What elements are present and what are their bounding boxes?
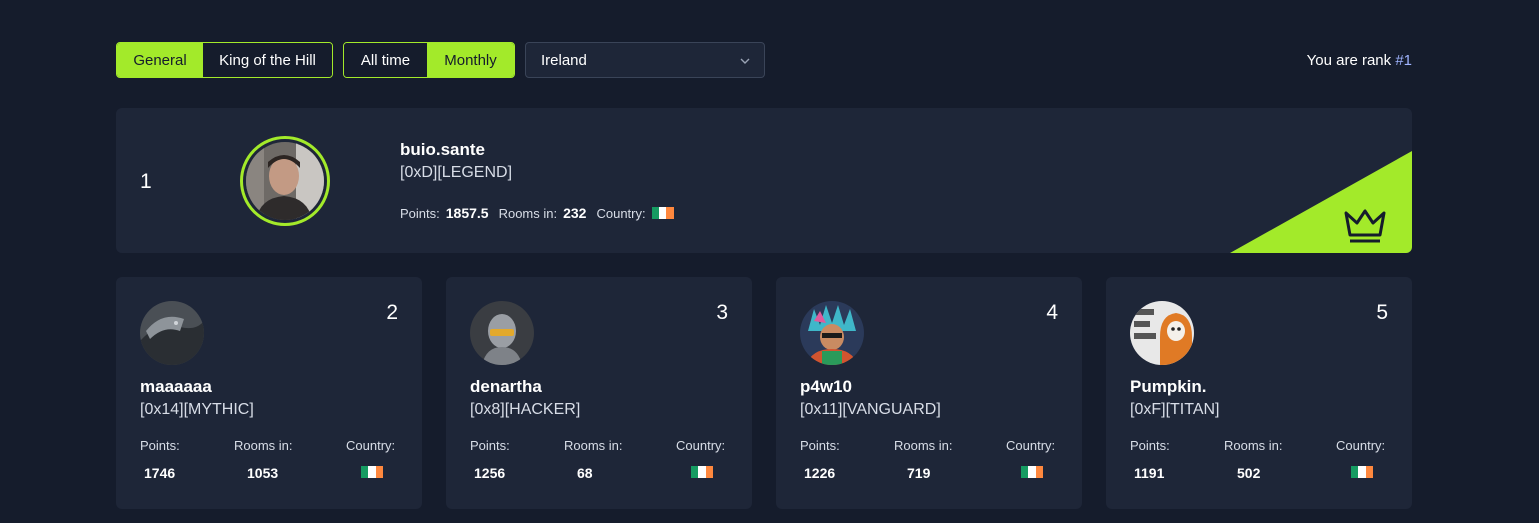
leaderboard-card[interactable]: 4 p4w10 [0x11][VANGUARD] Points: Rooms i…: [776, 277, 1082, 509]
ireland-flag-icon: [1351, 465, 1373, 483]
points-label: Points:: [800, 438, 840, 453]
leader-rooms: 232: [563, 205, 587, 221]
points-label: Points:: [1130, 438, 1170, 453]
country-label: Country:: [1336, 438, 1386, 453]
avatar[interactable]: [140, 301, 204, 365]
ireland-flag-icon: [1021, 465, 1043, 483]
tab-general[interactable]: General: [117, 43, 203, 77]
rank-position: 3: [716, 301, 728, 324]
points-value: 1256: [474, 465, 506, 481]
username[interactable]: Pumpkin.: [1130, 377, 1207, 397]
user-rank-info: You are rank #1: [1307, 52, 1412, 69]
ireland-flag-icon: [691, 465, 713, 483]
points-label: Points:: [470, 438, 510, 453]
leader-tag: [0xD][LEGEND]: [400, 164, 513, 181]
ireland-flag-icon: [361, 465, 383, 483]
leaderboard-card[interactable]: 5 Pumpkin. [0xF][TITAN] Points: Rooms in…: [1106, 277, 1412, 509]
country-label: Country:: [676, 438, 726, 453]
avatar[interactable]: [800, 301, 864, 365]
leaderboard-type-toggle: General King of the Hill: [116, 42, 333, 78]
country-label: Country:: [346, 438, 396, 453]
rooms-value: 719: [907, 465, 931, 481]
avatar[interactable]: [1130, 301, 1194, 365]
user-tag: [0x11][VANGUARD]: [800, 401, 941, 418]
points-value: 1746: [144, 465, 176, 481]
chevron-down-icon: [740, 58, 750, 64]
rooms-value: 502: [1237, 465, 1261, 481]
rooms-label: Rooms in:: [498, 205, 558, 221]
leader-stats: Points: 1857.5 Rooms in: 232 Country:: [400, 205, 674, 221]
points-value: 1226: [804, 465, 836, 481]
points-label: Points:: [140, 438, 180, 453]
rooms-label: Rooms in:: [564, 438, 623, 453]
avatar-image: [246, 142, 324, 220]
points-value: 1191: [1134, 465, 1165, 481]
points-label: Points:: [400, 205, 440, 221]
rank-prefix: You are rank: [1306, 52, 1392, 69]
period-toggle: All time Monthly: [343, 42, 515, 78]
rooms-label: Rooms in:: [894, 438, 953, 453]
country-label: Country:: [1006, 438, 1056, 453]
tab-monthly[interactable]: Monthly: [427, 43, 514, 77]
leader-points: 1857.5: [445, 205, 489, 221]
country-select-value: Ireland: [541, 51, 587, 69]
leader-position: 1: [140, 170, 152, 193]
rank-position: 2: [386, 301, 398, 324]
tab-king-of-the-hill[interactable]: King of the Hill: [203, 43, 332, 77]
rank-position: 4: [1046, 301, 1058, 324]
rooms-value: 68: [577, 465, 593, 481]
avatar[interactable]: [470, 301, 534, 365]
username[interactable]: denartha: [470, 377, 542, 397]
rank-number[interactable]: #1: [1395, 52, 1412, 69]
country-select[interactable]: Ireland: [525, 42, 765, 78]
rank-position: 5: [1376, 301, 1388, 324]
user-tag: [0x14][MYTHIC]: [140, 401, 254, 418]
rooms-label: Rooms in:: [1224, 438, 1283, 453]
leaderboard-card[interactable]: 3 denartha [0x8][HACKER] Points: Rooms i…: [446, 277, 752, 509]
user-tag: [0xF][TITAN]: [1130, 401, 1220, 418]
tab-all-time[interactable]: All time: [344, 43, 427, 77]
username[interactable]: maaaaaa: [140, 377, 212, 397]
ireland-flag-icon: [651, 207, 674, 219]
leader-avatar[interactable]: [240, 136, 330, 226]
leader-card[interactable]: 1 buio.sante [0xD][LEGEND] Points: 1857.…: [116, 108, 1412, 253]
rooms-value: 1053: [247, 465, 279, 481]
crown-badge: [1230, 151, 1412, 253]
leader-username[interactable]: buio.sante: [400, 140, 485, 160]
country-label: Country:: [596, 205, 646, 221]
leaderboard-card[interactable]: 2 maaaaaa [0x14][MYTHIC] Points: Rooms i…: [116, 277, 422, 509]
rooms-label: Rooms in:: [234, 438, 293, 453]
user-tag: [0x8][HACKER]: [470, 401, 581, 418]
username[interactable]: p4w10: [800, 377, 852, 397]
